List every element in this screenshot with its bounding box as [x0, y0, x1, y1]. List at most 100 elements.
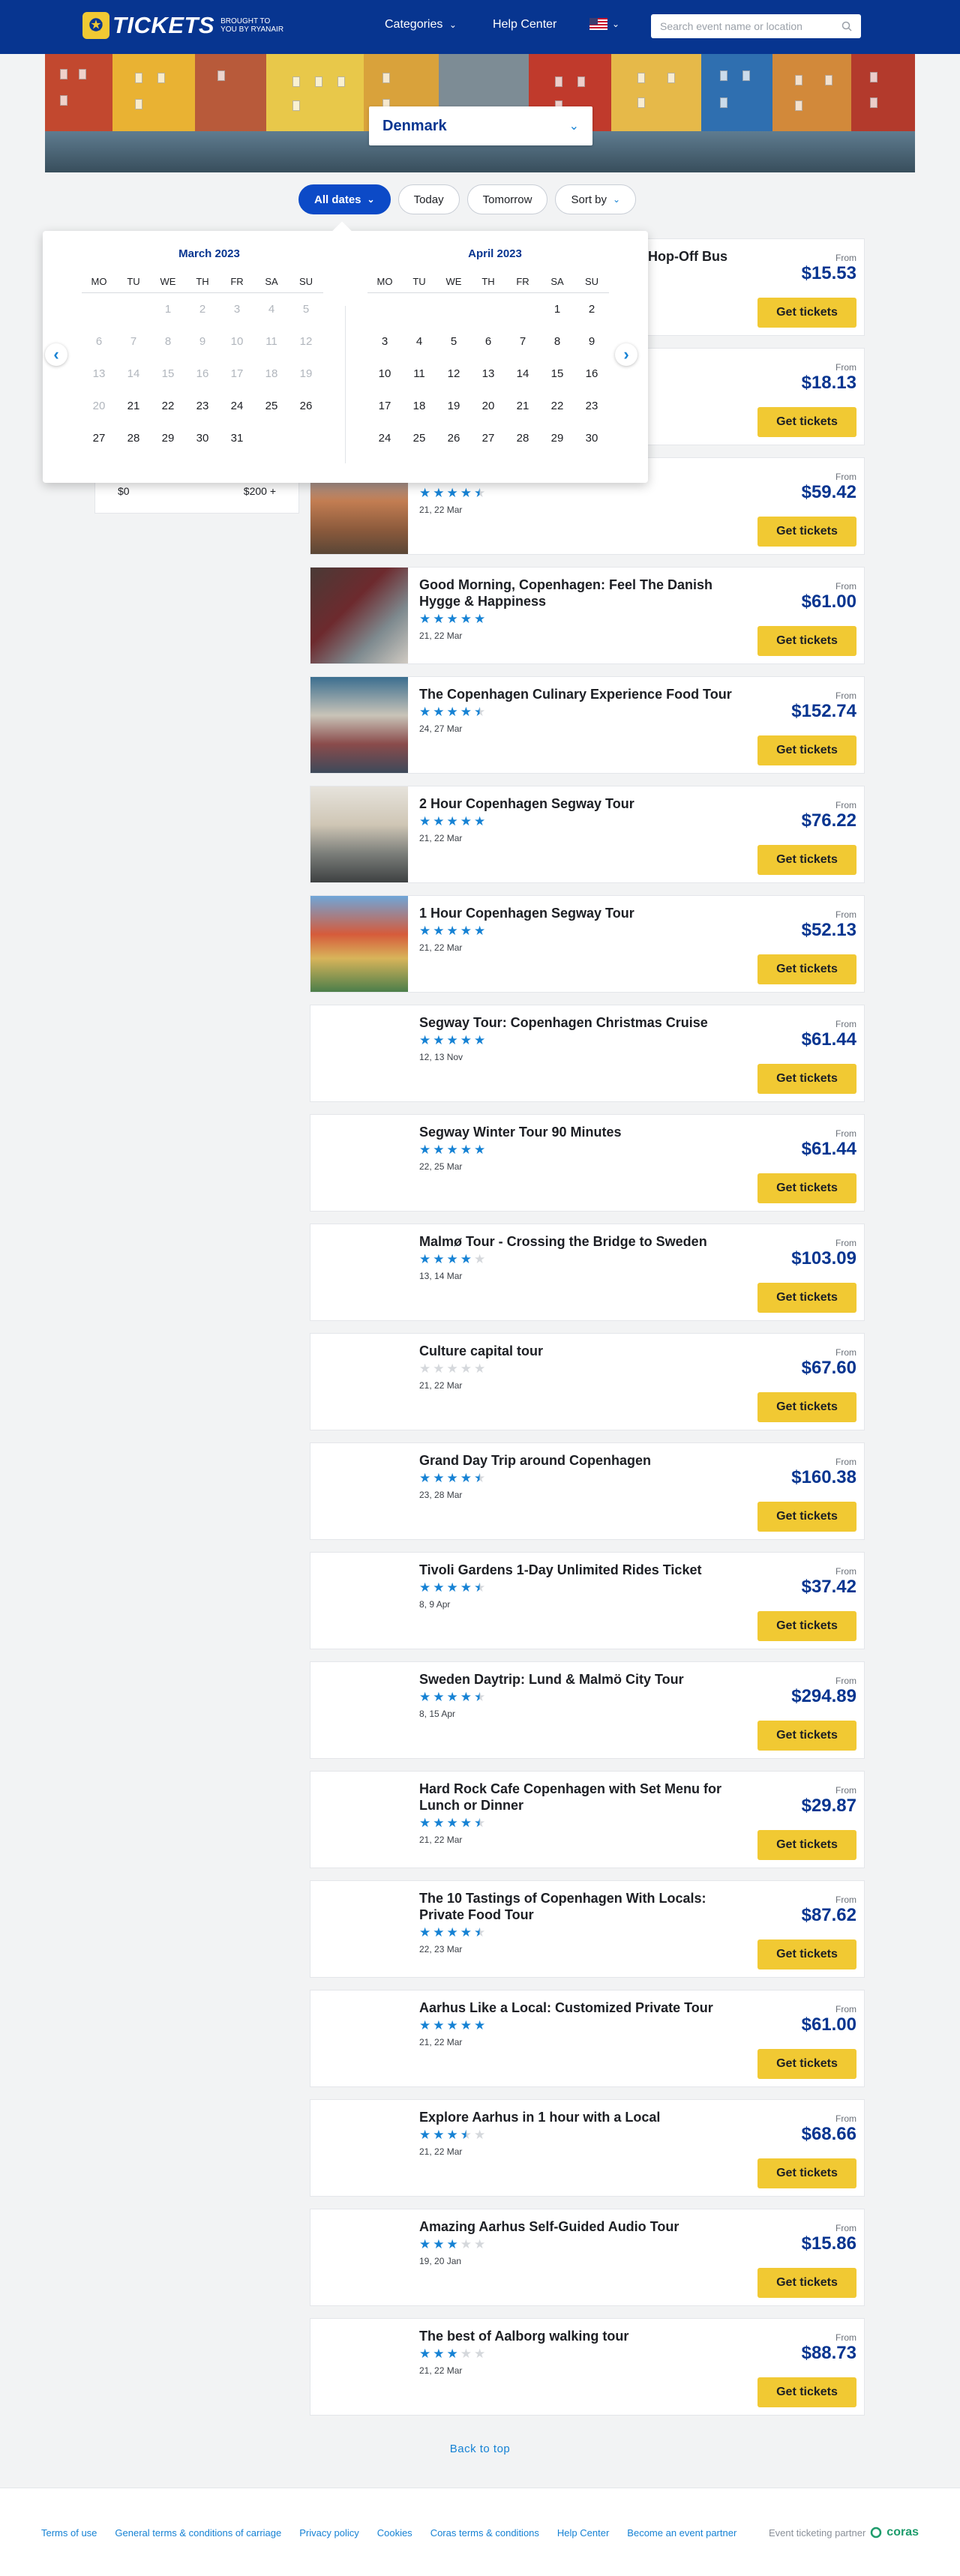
- listing-image[interactable]: [310, 677, 408, 773]
- listing-image[interactable]: [310, 1334, 408, 1430]
- footer-link[interactable]: Privacy policy: [299, 2527, 358, 2539]
- help-center-link[interactable]: Help Center: [493, 18, 556, 31]
- footer-link[interactable]: Coras terms & conditions: [430, 2527, 539, 2539]
- calendar-day[interactable]: 8: [540, 325, 574, 358]
- listing-card[interactable]: The 10 Tastings of Copenhagen With Local…: [310, 1880, 865, 1978]
- get-tickets-button[interactable]: Get tickets: [758, 1173, 856, 1203]
- listing-title[interactable]: Malmø Tour - Crossing the Bridge to Swed…: [419, 1233, 734, 1250]
- calendar-day[interactable]: 15: [540, 358, 574, 390]
- calendar-day[interactable]: 7: [506, 325, 540, 358]
- calendar-day[interactable]: 25: [402, 422, 436, 454]
- get-tickets-button[interactable]: Get tickets: [758, 2377, 856, 2407]
- listing-image[interactable]: [310, 1443, 408, 1539]
- calendar-day[interactable]: 21: [506, 390, 540, 422]
- listing-title[interactable]: Tivoli Gardens 1-Day Unlimited Rides Tic…: [419, 1562, 734, 1578]
- footer-link[interactable]: Terms of use: [41, 2527, 97, 2539]
- calendar-day[interactable]: 20: [471, 390, 506, 422]
- footer-link[interactable]: General terms & conditions of carriage: [115, 2527, 281, 2539]
- get-tickets-button[interactable]: Get tickets: [758, 2049, 856, 2079]
- calendar-day[interactable]: 29: [540, 422, 574, 454]
- listing-title[interactable]: Culture capital tour: [419, 1343, 734, 1359]
- footer-link[interactable]: Become an event partner: [627, 2527, 736, 2539]
- get-tickets-button[interactable]: Get tickets: [758, 407, 856, 437]
- tomorrow-button[interactable]: Tomorrow: [466, 184, 548, 214]
- calendar-day[interactable]: 29: [151, 422, 185, 454]
- listing-image[interactable]: [310, 1881, 408, 1977]
- get-tickets-button[interactable]: Get tickets: [758, 1611, 856, 1641]
- listing-title[interactable]: Sweden Daytrip: Lund & Malmö City Tour: [419, 1671, 734, 1688]
- listing-card[interactable]: Explore Aarhus in 1 hour with a Local ★ ★ ★…: [310, 2099, 865, 2197]
- get-tickets-button[interactable]: Get tickets: [758, 2268, 856, 2298]
- get-tickets-button[interactable]: Get tickets: [758, 1939, 856, 1969]
- get-tickets-button[interactable]: Get tickets: [758, 2158, 856, 2188]
- listing-card[interactable]: 1 Hour Copenhagen Segway Tour ★ ★ ★ ★ ★ 21, 22…: [310, 895, 865, 993]
- listing-card[interactable]: Culture capital tour ★ ★ ★ ★ ★ 21, 22 Mar From $…: [310, 1333, 865, 1430]
- language-selector[interactable]: ⌄: [590, 18, 620, 30]
- listing-card[interactable]: Amazing Aarhus Self-Guided Audio Tour ★ ★ ★…: [310, 2209, 865, 2306]
- search-input[interactable]: [660, 20, 832, 32]
- listing-title[interactable]: 2 Hour Copenhagen Segway Tour: [419, 795, 734, 812]
- calendar-day[interactable]: 13: [471, 358, 506, 390]
- listing-image[interactable]: [310, 2100, 408, 2196]
- get-tickets-button[interactable]: Get tickets: [758, 1392, 856, 1422]
- calendar-day[interactable]: 10: [368, 358, 402, 390]
- calendar-day[interactable]: 28: [116, 422, 151, 454]
- listing-title[interactable]: The best of Aalborg walking tour: [419, 2328, 734, 2344]
- listing-card[interactable]: Good Morning, Copenhagen: Feel The Danis…: [310, 567, 865, 664]
- get-tickets-button[interactable]: Get tickets: [758, 626, 856, 656]
- listing-title[interactable]: 1 Hour Copenhagen Segway Tour: [419, 905, 734, 921]
- calendar-day[interactable]: 16: [574, 358, 609, 390]
- calendar-day[interactable]: 6: [471, 325, 506, 358]
- listing-image[interactable]: [310, 896, 408, 992]
- listing-image[interactable]: [310, 2319, 408, 2415]
- listing-title[interactable]: The Copenhagen Culinary Experience Food …: [419, 686, 734, 702]
- calendar-day[interactable]: 18: [402, 390, 436, 422]
- get-tickets-button[interactable]: Get tickets: [758, 517, 856, 547]
- get-tickets-button[interactable]: Get tickets: [758, 1721, 856, 1751]
- back-to-top-link[interactable]: Back to top: [0, 2443, 960, 2455]
- calendar-day[interactable]: 24: [220, 390, 254, 422]
- listing-title[interactable]: Segway Tour: Copenhagen Christmas Cruise: [419, 1014, 734, 1031]
- listing-title[interactable]: Hard Rock Cafe Copenhagen with Set Menu …: [419, 1781, 734, 1814]
- search-icon[interactable]: [842, 21, 852, 31]
- calendar-day[interactable]: 25: [254, 390, 289, 422]
- calendar-day[interactable]: 21: [116, 390, 151, 422]
- listing-card[interactable]: Grand Day Trip around Copenhagen ★ ★ ★ ★ ★ 23,…: [310, 1442, 865, 1540]
- listing-card[interactable]: Aarhus Like a Local: Customized Private …: [310, 1990, 865, 2087]
- calendar-day[interactable]: 17: [368, 390, 402, 422]
- get-tickets-button[interactable]: Get tickets: [758, 954, 856, 984]
- listing-card[interactable]: The best of Aalborg walking tour ★ ★ ★ ★ ★ 21,…: [310, 2318, 865, 2416]
- calendar-day[interactable]: 5: [436, 325, 471, 358]
- listing-title[interactable]: The 10 Tastings of Copenhagen With Local…: [419, 1890, 734, 1923]
- listing-card[interactable]: Tivoli Gardens 1-Day Unlimited Rides Tic…: [310, 1552, 865, 1649]
- listing-title[interactable]: Amazing Aarhus Self-Guided Audio Tour: [419, 2218, 734, 2235]
- listing-card[interactable]: The Copenhagen Culinary Experience Food …: [310, 676, 865, 774]
- calendar-day[interactable]: 30: [185, 422, 220, 454]
- calendar-day[interactable]: 27: [471, 422, 506, 454]
- listing-title[interactable]: On Hop-Off Bus: [626, 248, 776, 265]
- listing-title[interactable]: Explore Aarhus in 1 hour with a Local: [419, 2109, 734, 2125]
- calendar-day[interactable]: 4: [402, 325, 436, 358]
- calendar-day[interactable]: 28: [506, 422, 540, 454]
- categories-menu[interactable]: Categories ⌄: [385, 18, 457, 31]
- listing-title[interactable]: Aarhus Like a Local: Customized Private …: [419, 1999, 734, 2016]
- calendar-day[interactable]: 27: [82, 422, 116, 454]
- get-tickets-button[interactable]: Get tickets: [758, 1830, 856, 1860]
- listing-card[interactable]: Sweden Daytrip: Lund & Malmö City Tour ★ ★…: [310, 1661, 865, 1759]
- calendar-day[interactable]: 1: [540, 293, 574, 325]
- listing-image[interactable]: [310, 1005, 408, 1101]
- today-button[interactable]: Today: [398, 184, 460, 214]
- calendar-day[interactable]: 23: [574, 390, 609, 422]
- all-dates-button[interactable]: All dates ⌄: [298, 184, 391, 214]
- calendar-day[interactable]: 30: [574, 422, 609, 454]
- listing-card[interactable]: Malmø Tour - Crossing the Bridge to Swed…: [310, 1224, 865, 1321]
- calendar-day[interactable]: 11: [402, 358, 436, 390]
- calendar-day[interactable]: 19: [436, 390, 471, 422]
- get-tickets-button[interactable]: Get tickets: [758, 1283, 856, 1313]
- get-tickets-button[interactable]: Get tickets: [758, 845, 856, 875]
- calendar-day[interactable]: 31: [220, 422, 254, 454]
- get-tickets-button[interactable]: Get tickets: [758, 1064, 856, 1094]
- listing-card[interactable]: 2 Hour Copenhagen Segway Tour ★ ★ ★ ★ ★ 21, 22…: [310, 786, 865, 883]
- listing-image[interactable]: [310, 786, 408, 882]
- calendar-day[interactable]: 22: [151, 390, 185, 422]
